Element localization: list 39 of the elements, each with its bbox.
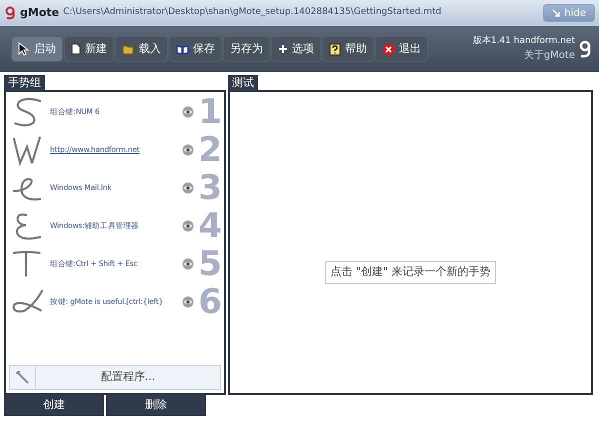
toolbar-button[interactable]: 保存 [169,36,222,62]
gesture-number: 5 [198,247,222,281]
book-icon [176,44,189,54]
file-path: C:\Users\Administrator\Desktop\shan\gMote_setup.1402884135\GettingStarted.mtd [63,6,442,20]
toolbar-button[interactable]: 选项 [271,36,321,62]
test-canvas[interactable]: 点击 "创建" 来记录一个新的手势 [228,90,593,395]
eye-icon[interactable] [182,182,194,194]
about-link[interactable]: 关于gMote [524,48,575,64]
toolbar-button[interactable]: 退出 [375,36,428,62]
hint-text: 点击 "创建" 来记录一个新的手势 [325,261,496,284]
close-icon [382,42,395,56]
toolbar-button[interactable]: 新建 [64,36,114,62]
eye-icon[interactable] [182,296,194,308]
gesture-number: 3 [198,171,222,205]
wrench-icon [16,371,29,384]
gesture-number: 4 [198,209,222,243]
app-logo-icon [4,6,16,20]
help-icon [329,42,341,56]
toolbar-button[interactable]: 帮助 [322,36,374,62]
toolbar-button[interactable]: 启动 [11,36,63,62]
cursor-icon [18,42,30,56]
gesture-number: 1 [198,95,222,129]
eye-icon[interactable] [182,144,194,156]
app-logo-icon [579,40,591,58]
arrow-icon [552,9,560,17]
toolbar-button[interactable]: 另存为 [223,36,270,62]
version-text: 版本1.41 handform.net [472,34,575,48]
toolbar-button[interactable]: 载入 [115,36,168,62]
bottom-button[interactable]: 创建 [4,395,104,416]
document-icon [71,43,81,55]
plus-icon [278,44,288,54]
folder-icon [122,44,135,54]
eye-icon[interactable] [182,258,194,270]
window-title: gMote [20,4,60,21]
gesture-number: 2 [198,133,222,167]
bottom-button[interactable]: 删除 [106,395,206,416]
gesture-number: 6 [198,285,222,319]
eye-icon[interactable] [182,106,194,118]
eye-icon[interactable] [182,220,194,232]
